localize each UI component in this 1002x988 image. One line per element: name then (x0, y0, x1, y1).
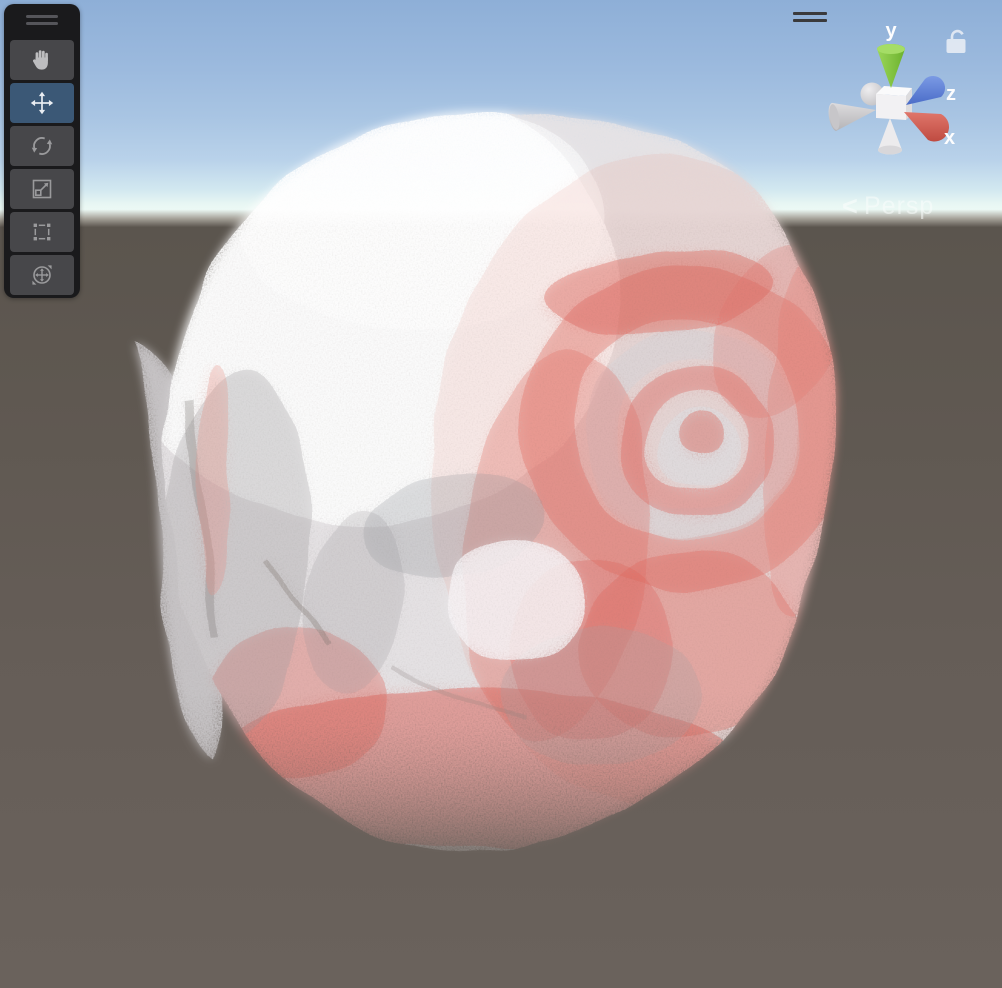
scale-tool-button[interactable] (10, 169, 74, 209)
gizmo-x-axis-cone[interactable] (904, 112, 949, 142)
tools-overlay-drag-handle-icon[interactable] (26, 15, 58, 29)
transform-tool-button[interactable] (10, 255, 74, 295)
persp-arrow-icon[interactable]: < (842, 191, 858, 221)
gizmo-z-axis-label[interactable]: z (946, 83, 956, 105)
rect-tool-button[interactable] (10, 212, 74, 252)
gizmo-y-axis-cone[interactable] (877, 44, 905, 88)
projection-mode-label[interactable]: Persp (864, 192, 934, 220)
grip-bar (26, 15, 58, 18)
view-hand-tool-button[interactable] (10, 40, 74, 80)
gizmo-x-axis-label[interactable]: x (944, 127, 955, 149)
gizmo-down-axis-cone[interactable] (878, 118, 902, 155)
scene-viewport[interactable]: y z x < Persp (0, 0, 1002, 988)
move-tool-button[interactable] (10, 83, 74, 123)
tools-overlay-panel (4, 4, 80, 298)
rotate-tool-button[interactable] (10, 126, 74, 166)
hand-icon (29, 47, 55, 73)
move-icon (29, 90, 55, 116)
rect-icon (29, 219, 55, 245)
gizmo-y-axis-label[interactable]: y (885, 20, 897, 42)
transform-icon (29, 262, 55, 288)
scale-icon (29, 176, 55, 202)
unlocked-padlock-icon[interactable] (947, 31, 966, 53)
grip-bar (26, 22, 58, 25)
scene-orientation-gizmo[interactable]: y z x < Persp (818, 0, 1002, 232)
gizmo-left-axis-cone[interactable] (828, 103, 876, 131)
rotate-icon (29, 133, 55, 159)
